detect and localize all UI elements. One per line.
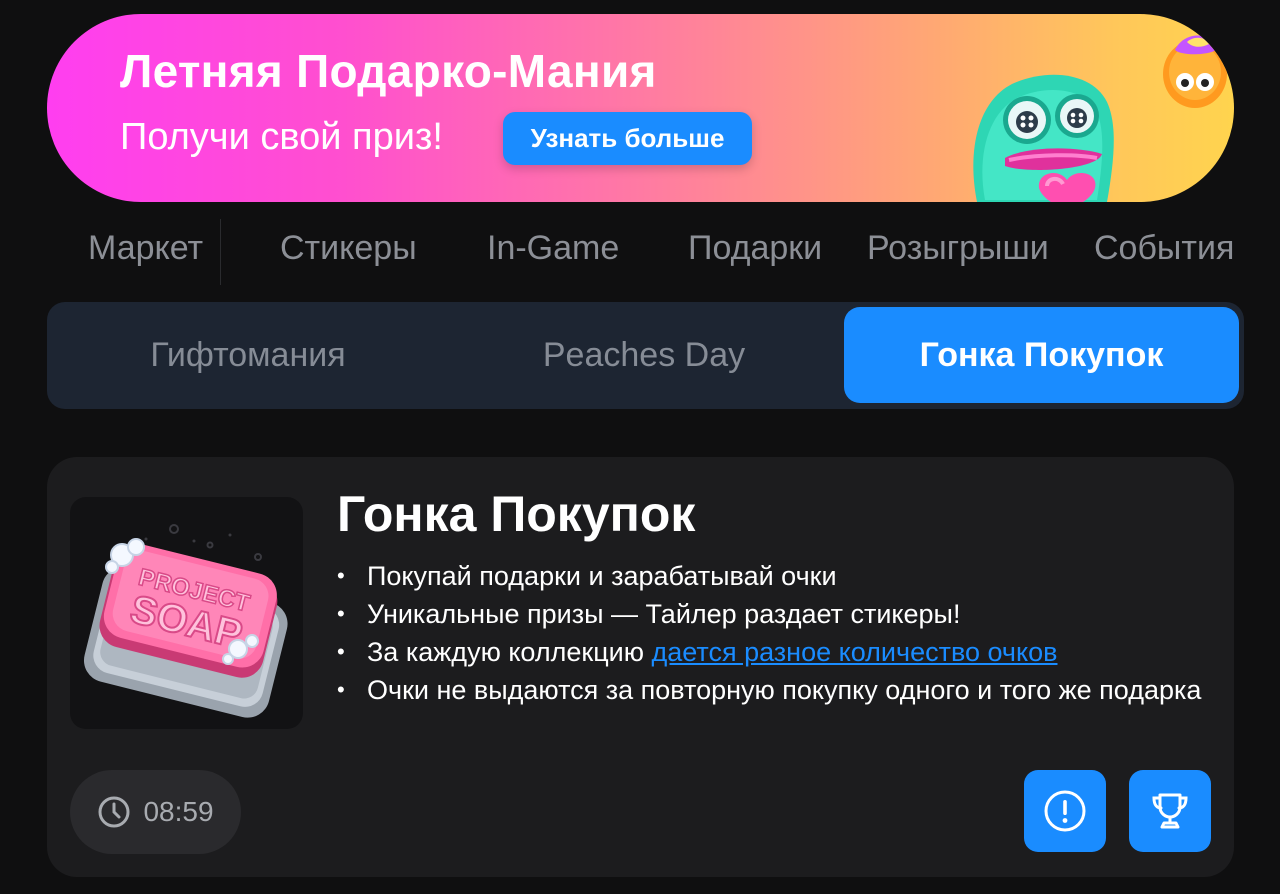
event-title: Гонка Покупок [337,486,696,542]
category-giveaways[interactable]: Розыгрыши [867,229,1049,268]
rule-text: Очки не выдаются за повторную покупку од… [367,675,1202,705]
list-item: • Уникальные призы — Тайлер раздает стик… [337,595,1207,633]
category-divider [220,219,221,285]
leaderboard-button[interactable] [1129,770,1211,852]
learn-more-button[interactable]: Узнать больше [503,112,752,165]
category-market[interactable]: Маркет [88,229,203,268]
countdown-timer: 08:59 [70,770,241,854]
bullet-icon: • [337,601,345,626]
promo-banner[interactable]: Летняя Подарко-Мания Получи свой приз! У… [47,14,1234,202]
banner-title: Летняя Подарко-Мания [120,45,657,97]
list-item: • За каждую коллекцию дается разное коли… [337,633,1207,671]
bullet-icon: • [337,639,345,664]
timer-value: 08:59 [143,796,214,827]
list-item: • Очки не выдаются за повторную покупку … [337,671,1207,709]
rule-text: Покупай подарки и зарабатывай очки [367,561,837,591]
rule-text: Уникальные призы — Тайлер раздает стикер… [367,599,961,629]
bullet-icon: • [337,563,345,588]
info-icon [1044,790,1086,832]
info-button[interactable] [1024,770,1106,852]
project-soap-icon: PROJECT SOAP [70,497,303,729]
category-in-game[interactable]: In-Game [487,229,619,268]
event-rules-list: • Покупай подарки и зарабатывай очки • У… [337,557,1207,709]
clock-icon [98,796,130,828]
bullet-icon: • [337,677,345,702]
category-gifts[interactable]: Подарки [688,229,822,268]
frog-mascot-icon [973,35,1227,202]
event-tabs: Гифтомания Peaches Day Гонка Покупок [47,302,1244,409]
category-nav: Маркет Стикеры In-Game Подарки Розыгрыши… [0,215,1280,290]
tab-peaches-day[interactable]: Peaches Day [449,307,839,403]
tab-giftomania[interactable]: Гифтомания [53,307,443,403]
banner-subtitle: Получи свой приз! [120,116,443,158]
rule-text: За каждую коллекцию [367,637,652,667]
trophy-icon [1152,793,1188,829]
event-card: PROJECT SOAP Гонка Покупок • Покупай под… [47,457,1234,877]
points-info-link[interactable]: дается разное количество очков [652,637,1058,667]
category-stickers[interactable]: Стикеры [280,229,417,268]
category-events[interactable]: События [1094,229,1234,268]
list-item: • Покупай подарки и зарабатывай очки [337,557,1207,595]
tab-shopping-race[interactable]: Гонка Покупок [844,307,1239,403]
